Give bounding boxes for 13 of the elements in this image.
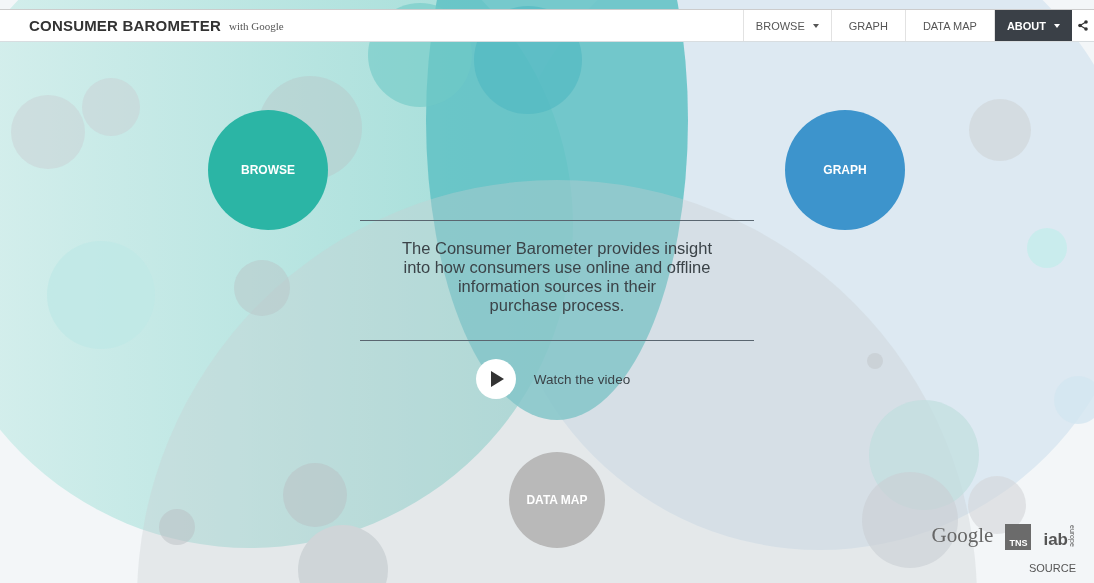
caret-icon (812, 23, 819, 28)
iab-logo: iab (1043, 530, 1068, 550)
play-icon[interactable] (475, 359, 516, 399)
intro-text: The Consumer Barometer provides insight into how consumers use online and offline information sources in their purchase process. (401, 239, 713, 316)
bubble (159, 509, 195, 545)
brand-suffix: with Google (228, 19, 284, 32)
tns-logo: TNS (1005, 524, 1032, 550)
nav-tab[interactable]: ABOUT (993, 10, 1072, 41)
caret-icon (1054, 23, 1060, 28)
watch-video-link[interactable]: Watch the video (533, 371, 631, 387)
source-link[interactable]: SOURCE (1028, 562, 1076, 574)
brand-title[interactable]: CONSUMER BAROMETER (29, 17, 221, 34)
google-logo: Google (931, 523, 994, 548)
